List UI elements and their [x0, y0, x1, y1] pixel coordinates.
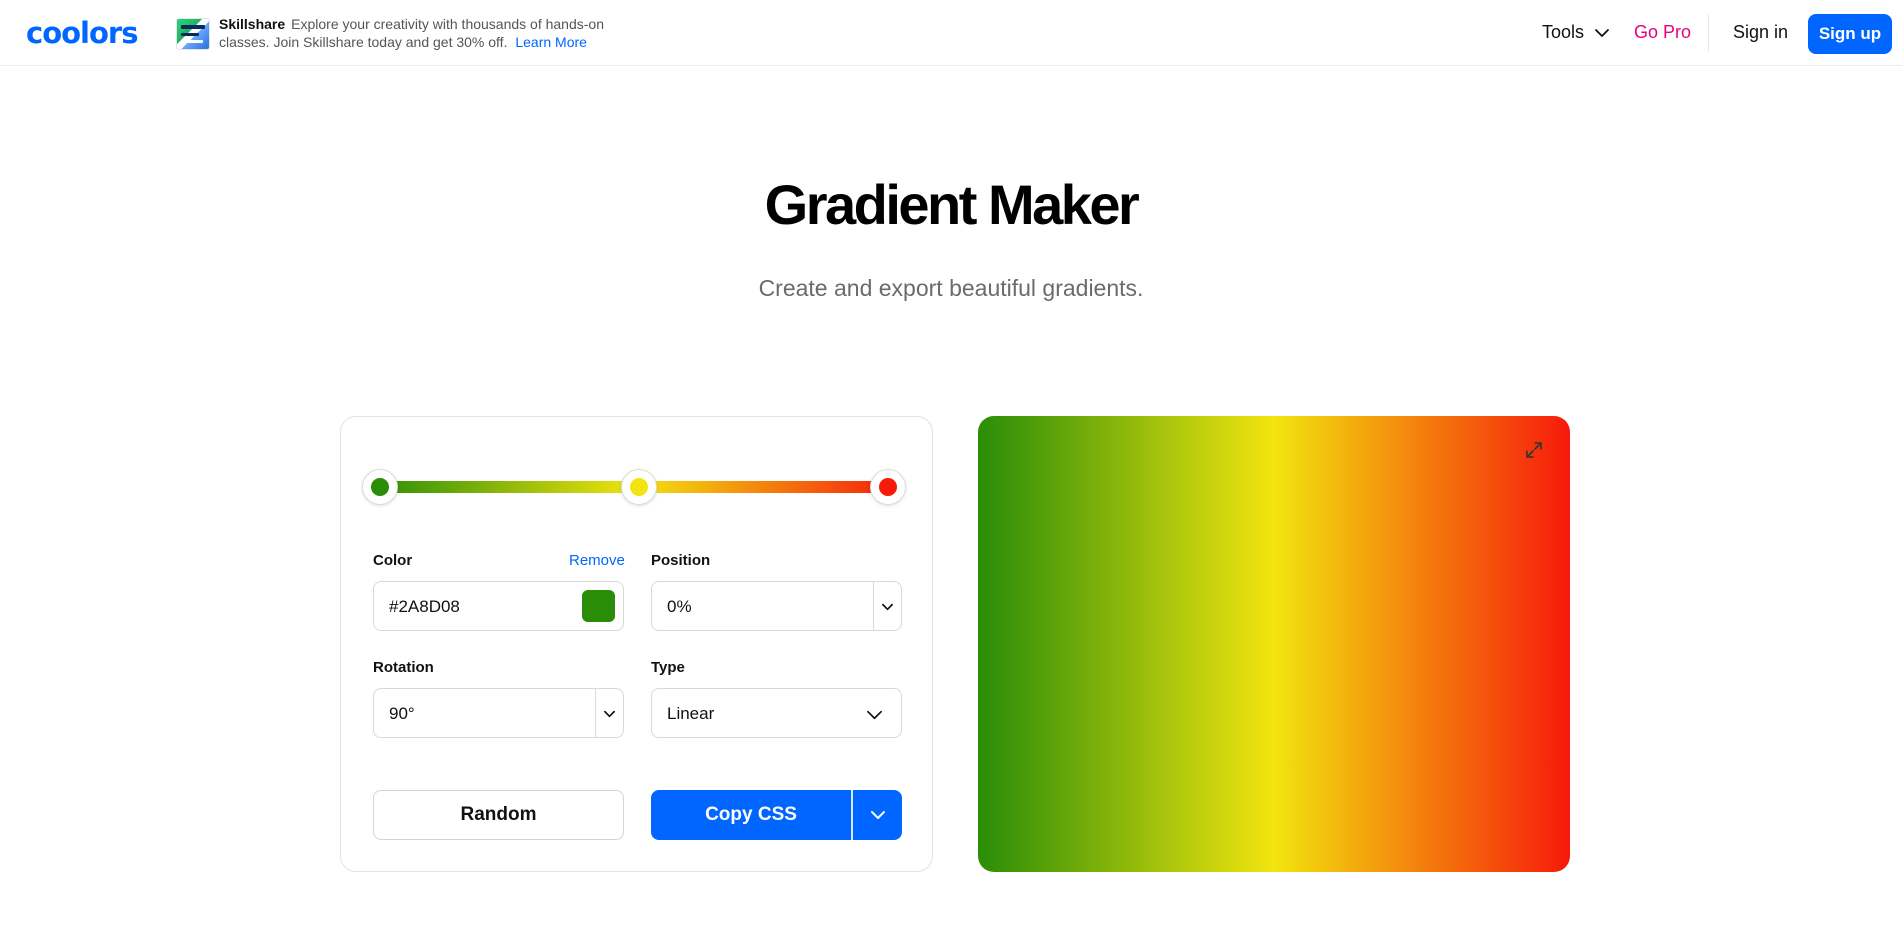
type-label: Type [651, 659, 685, 676]
position-label: Position [651, 552, 711, 569]
color-stop-swatch [630, 478, 648, 496]
remove-stop-link[interactable]: Remove [569, 552, 625, 570]
copy-css-button[interactable]: Copy CSS [651, 790, 851, 840]
page-subtitle: Create and export beautiful gradients. [758, 275, 1144, 301]
ad-brand[interactable]: Skillshare [219, 16, 285, 32]
type-value: Linear [667, 704, 715, 723]
color-label: Color [373, 552, 413, 569]
color-stop-swatch [879, 478, 897, 496]
color-stop-handle-1[interactable] [362, 469, 398, 505]
type-select[interactable]: Linear [651, 688, 902, 738]
sign-in-link[interactable]: Sign in [1733, 22, 1788, 43]
coolors-logo[interactable]: coolors [26, 16, 138, 50]
chevron-down-icon [867, 710, 882, 720]
color-swatch-button[interactable] [582, 590, 615, 622]
gradient-preview [978, 416, 1570, 872]
go-pro-link[interactable]: Go Pro [1634, 22, 1691, 43]
page-title: Gradient Maker [764, 173, 1140, 236]
ad-text: Skillshare Explore your creativity with t… [219, 15, 639, 51]
chevron-down-icon [604, 710, 615, 717]
random-button[interactable]: Random [373, 790, 624, 840]
position-input[interactable]: 0% [651, 581, 902, 631]
chevron-down-icon [882, 603, 893, 610]
color-stop-handle-3[interactable] [870, 469, 906, 505]
tools-menu[interactable]: Tools [1542, 22, 1610, 43]
color-stop-handle-2[interactable] [621, 469, 657, 505]
rotation-input[interactable]: 90° [373, 688, 624, 738]
chevron-down-icon [870, 811, 885, 819]
top-header: coolors Skillshare Explore your creativit… [0, 0, 1902, 66]
gradient-controls-card: Color Remove #2A8D08 Position 0% Rotatio… [340, 416, 933, 872]
color-hex-input[interactable]: #2A8D08 [373, 581, 624, 631]
color-stop-swatch [371, 478, 389, 496]
skillshare-ad-thumbnail[interactable] [176, 18, 210, 50]
ad-learn-more-link[interactable]: Learn More [515, 34, 587, 50]
position-value: 0% [667, 597, 692, 616]
copy-options-toggle[interactable] [853, 790, 902, 840]
rotation-label: Rotation [373, 659, 434, 676]
sign-up-button[interactable]: Sign up [1808, 14, 1892, 54]
rotation-value: 90° [389, 704, 415, 723]
nav-divider [1708, 14, 1709, 52]
position-dropdown-toggle[interactable] [873, 582, 901, 630]
copy-css-button-group: Copy CSS [651, 790, 902, 840]
color-hex-value: #2A8D08 [389, 597, 460, 616]
chevron-down-icon [1595, 28, 1609, 37]
tools-menu-label: Tools [1542, 22, 1585, 42]
rotation-dropdown-toggle[interactable] [595, 689, 623, 737]
expand-icon[interactable] [1524, 440, 1544, 460]
